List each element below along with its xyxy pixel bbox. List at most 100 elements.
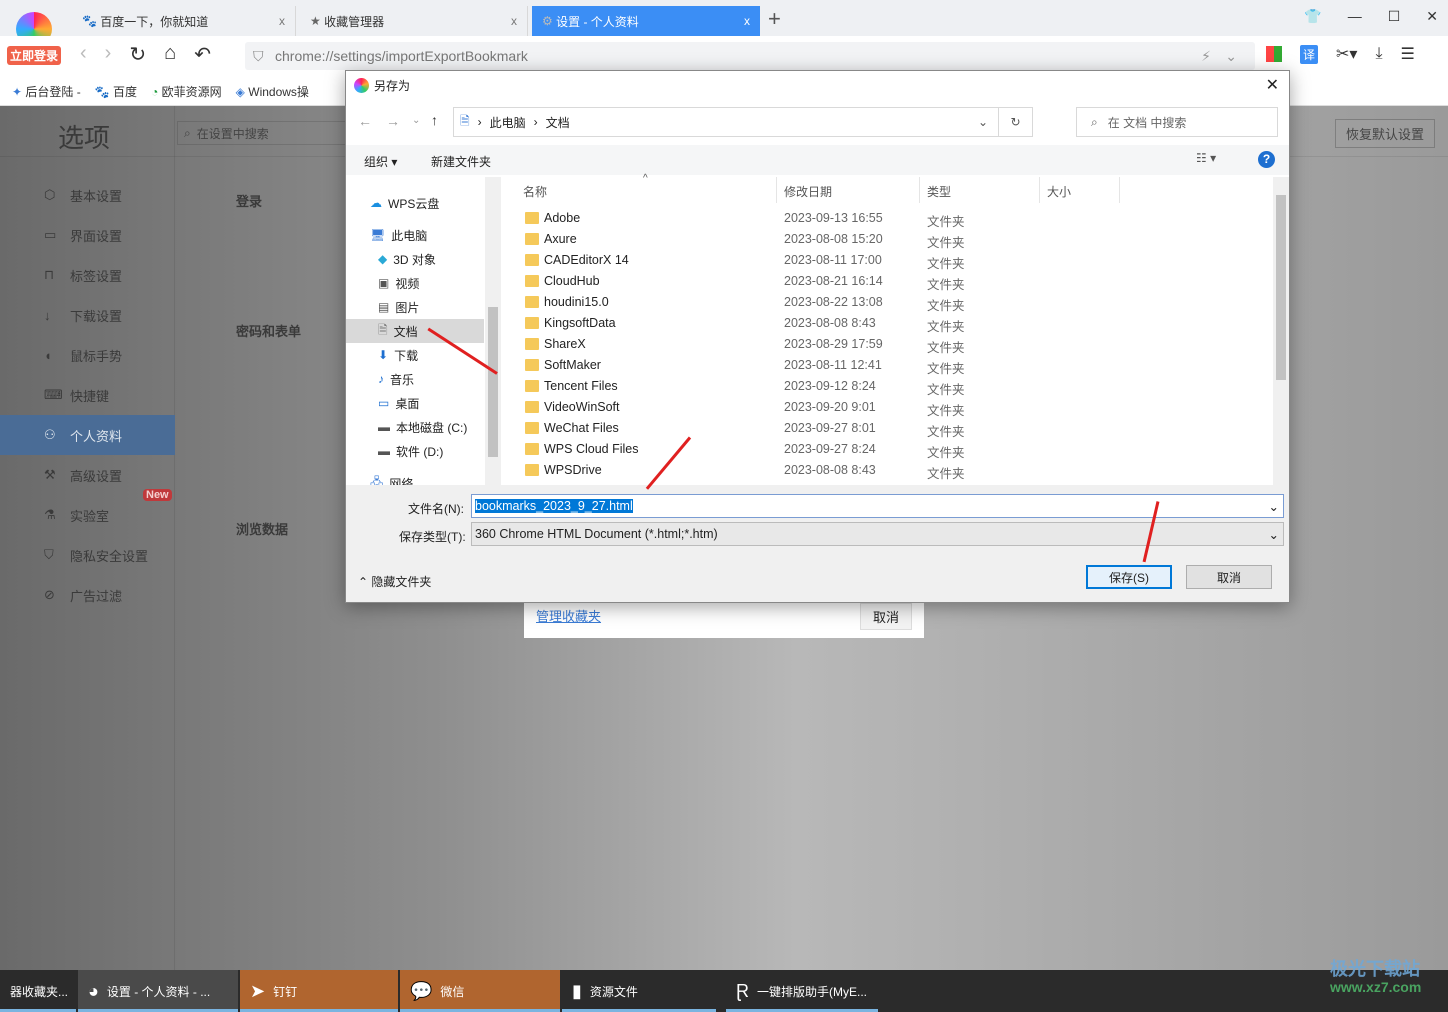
nav-item[interactable]: ♪ 音乐 xyxy=(346,367,484,391)
list-scrollbar[interactable] xyxy=(1273,177,1289,485)
file-row[interactable]: VideoWinSoft 2023-09-20 9:01 文件夹 xyxy=(511,398,1271,419)
filename-input[interactable]: bookmarks_2023_9_27.html ⌄ xyxy=(471,494,1284,518)
forward-icon[interactable]: → xyxy=(386,113,400,129)
cancel-button[interactable]: 取消 xyxy=(1186,565,1272,589)
minimize-icon[interactable]: — xyxy=(1348,8,1362,25)
back-icon[interactable]: ← xyxy=(358,113,372,129)
chevron-down-icon[interactable]: ⌄ xyxy=(1269,499,1279,514)
taskbar-item[interactable]: Ɽ 一键排版助手(MyE... xyxy=(726,970,878,1012)
nav-item[interactable]: ▤ 图片 xyxy=(346,295,484,319)
file-row[interactable]: WPSDrive 2023-08-08 8:43 文件夹 xyxy=(511,461,1271,482)
column-size[interactable]: 大小 xyxy=(1047,183,1071,200)
file-row[interactable]: Axure 2023-08-08 15:20 文件夹 xyxy=(511,230,1271,251)
manage-bookmarks-link[interactable]: 管理收藏夹 xyxy=(536,606,601,625)
bookmark-item[interactable]: ◔ 欧菲资源网 xyxy=(151,83,222,100)
taskbar-item[interactable]: 器收藏夹... xyxy=(0,970,76,1012)
file-row[interactable]: WPS Cloud Files 2023-09-27 8:24 文件夹 xyxy=(511,440,1271,461)
restore-default-button[interactable]: 恢复默认设置 xyxy=(1335,119,1436,148)
file-row[interactable]: houdini15.0 2023-08-22 13:08 文件夹 xyxy=(511,293,1271,314)
file-row[interactable]: CloudHub 2023-08-21 16:14 文件夹 xyxy=(511,272,1271,293)
skin-icon[interactable]: 👕 xyxy=(1304,8,1321,25)
nav-item[interactable]: 🗎 文档 xyxy=(346,319,484,343)
view-options-icon[interactable]: ☷ ▾ xyxy=(1196,151,1216,165)
sidebar-item[interactable]: ⊘ 广告过滤 xyxy=(0,575,175,615)
nav-item[interactable]: ▭ 桌面 xyxy=(346,391,484,415)
sidebar-item[interactable]: ⛉ 隐私安全设置 xyxy=(0,535,175,575)
chevron-down-icon[interactable]: ⌄ xyxy=(978,115,988,129)
taskbar-item[interactable]: ➤ 钉钉 xyxy=(240,970,398,1012)
refresh-icon[interactable]: ↻ xyxy=(998,108,1032,136)
login-badge[interactable]: 立即登录 xyxy=(7,46,62,65)
underlay-cancel-button[interactable]: 取消 xyxy=(860,603,913,630)
breadcrumb-documents[interactable]: 文档 xyxy=(546,114,570,131)
file-row[interactable]: Tencent Files 2023-09-12 8:24 文件夹 xyxy=(511,377,1271,398)
reload-icon[interactable]: ↻ xyxy=(129,42,146,67)
sidebar-item[interactable]: ▭ 界面设置 xyxy=(0,215,175,255)
help-icon[interactable]: ? xyxy=(1258,151,1275,168)
close-window-icon[interactable]: ✕ xyxy=(1426,8,1438,25)
file-row[interactable]: Adobe 2023-09-13 16:55 文件夹 xyxy=(511,209,1271,230)
nav-item[interactable]: 🖥 此电脑 xyxy=(346,223,484,247)
back-icon[interactable]: ‹ xyxy=(80,42,87,67)
close-icon[interactable]: x xyxy=(279,14,285,28)
nav-item[interactable]: ◆ 3D 对象 xyxy=(346,247,484,271)
sidebar-item[interactable]: ⌨ 快捷键 xyxy=(0,375,175,415)
column-type[interactable]: 类型 xyxy=(927,183,951,200)
file-row[interactable]: KingsoftData 2023-08-08 8:43 文件夹 xyxy=(511,314,1271,335)
maximize-icon[interactable]: ☐ xyxy=(1388,8,1401,25)
file-row[interactable]: ShareX 2023-08-29 17:59 文件夹 xyxy=(511,335,1271,356)
apps-icon[interactable] xyxy=(1266,46,1282,62)
file-row[interactable]: WeChat Files 2023-09-27 8:01 文件夹 xyxy=(511,419,1271,440)
file-row[interactable]: SoftMaker 2023-08-11 12:41 文件夹 xyxy=(511,356,1271,377)
bookmark-item[interactable]: ✦ 后台登陆 - xyxy=(12,83,81,100)
column-name[interactable]: 名称 xyxy=(523,183,547,200)
download-icon[interactable]: ⤓ xyxy=(1375,45,1382,63)
tab-settings[interactable]: ⚙ 设置 - 个人资料 x xyxy=(532,6,760,36)
sidebar-item[interactable]: ⬡ 基本设置 xyxy=(0,175,175,215)
nav-scrollbar[interactable] xyxy=(485,177,501,485)
taskbar-item[interactable]: ◕ 设置 - 个人资料 - ... xyxy=(78,970,238,1012)
close-icon[interactable]: x xyxy=(744,14,750,28)
tab-bookmark-manager[interactable]: ★ 收藏管理器 x xyxy=(300,6,528,36)
tab-baidu[interactable]: 🐾 百度一下，你就知道 x xyxy=(72,6,296,36)
sidebar-item[interactable]: ⊓ 标签设置 xyxy=(0,255,175,295)
sidebar-item[interactable]: ◖ 鼠标手势 xyxy=(0,335,175,375)
chevron-down-icon[interactable]: ⌄ xyxy=(1225,48,1237,65)
sidebar-item[interactable]: ⚇ 个人资料 xyxy=(0,415,175,455)
new-tab-button[interactable]: + xyxy=(768,6,781,32)
menu-icon[interactable]: ☰ xyxy=(1401,44,1415,64)
breadcrumb-this-pc[interactable]: 此电脑 xyxy=(490,114,526,131)
scissors-icon[interactable]: ✂▾ xyxy=(1336,44,1357,64)
sidebar-item[interactable]: ↓ 下载设置 xyxy=(0,295,175,335)
column-date[interactable]: 修改日期 xyxy=(784,183,832,200)
up-icon[interactable]: ↑ xyxy=(431,112,438,128)
bookmark-item[interactable]: ◈ Windows操 xyxy=(236,83,309,100)
home-icon[interactable]: ⌂ xyxy=(164,42,176,67)
nav-item[interactable]: ▣ 视频 xyxy=(346,271,484,295)
new-folder-button[interactable]: 新建文件夹 xyxy=(431,153,491,170)
close-icon[interactable]: x xyxy=(511,14,517,28)
nav-item[interactable]: ☁ WPS云盘 xyxy=(346,191,484,215)
file-row[interactable]: CADEditorX 14 2023-08-11 17:00 文件夹 xyxy=(511,251,1271,272)
nav-item[interactable]: ▬ 本地磁盘 (C:) xyxy=(346,415,484,439)
folder-search-input[interactable]: ⌕ 在 文档 中搜索 xyxy=(1076,107,1278,137)
nav-item[interactable]: ⬇ 下载 xyxy=(346,343,484,367)
dialog-close-icon[interactable]: ✕ xyxy=(1266,75,1279,95)
bookmark-item[interactable]: 🐾 百度 xyxy=(95,83,137,100)
taskbar-item[interactable]: ▮ 资源文件 xyxy=(562,970,716,1012)
forward-icon[interactable]: › xyxy=(105,42,112,67)
taskbar-item[interactable]: 💬 微信 xyxy=(400,970,560,1012)
nav-item[interactable]: ▬ 软件 (D:) xyxy=(346,439,484,463)
hide-folders-toggle[interactable]: ⌃ 隐藏文件夹 xyxy=(358,573,431,590)
filetype-select[interactable]: 360 Chrome HTML Document (*.html;*.htm) ⌄ xyxy=(471,522,1284,546)
save-button[interactable]: 保存(S) xyxy=(1086,565,1172,589)
address-bar[interactable]: ⛉ chrome://settings/importExportBookmark ⚡… xyxy=(245,42,1255,70)
undo-icon[interactable]: ↶ xyxy=(194,42,211,67)
organize-button[interactable]: 组织 ▾ xyxy=(364,153,397,170)
recent-dropdown-icon[interactable]: ⌄ xyxy=(412,115,420,126)
path-bar[interactable]: 🗎 › 此电脑 › 文档 ⌄ ↻ xyxy=(453,107,1033,137)
sidebar-item[interactable]: ⚗ 实验室 New xyxy=(0,489,175,535)
lightning-icon[interactable]: ⚡ xyxy=(1201,48,1211,65)
translate-icon[interactable]: 译 xyxy=(1300,44,1319,64)
settings-search[interactable]: ⌕ 在设置中搜索 xyxy=(177,121,347,145)
